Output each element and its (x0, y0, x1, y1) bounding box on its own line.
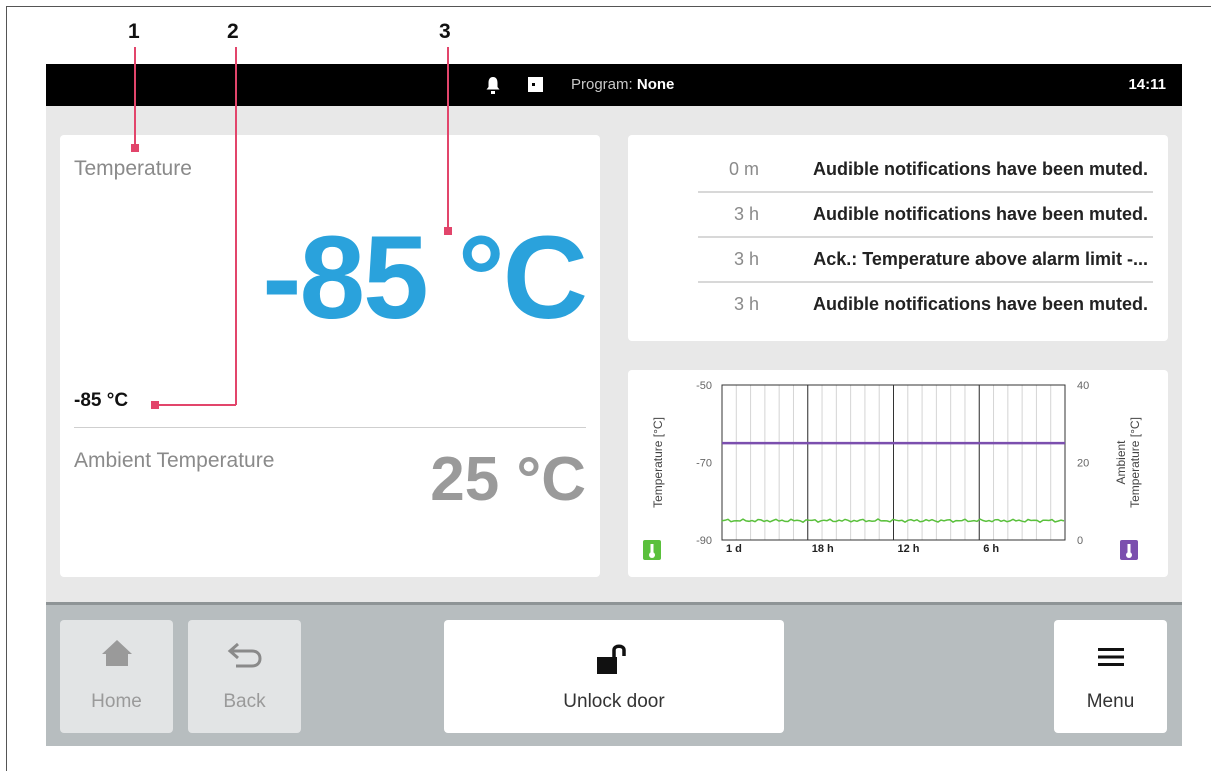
callout-marker-3 (444, 227, 452, 235)
callout-marker-2 (151, 401, 159, 409)
callout-marker-1 (131, 144, 139, 152)
callout-lines (131, 47, 452, 409)
